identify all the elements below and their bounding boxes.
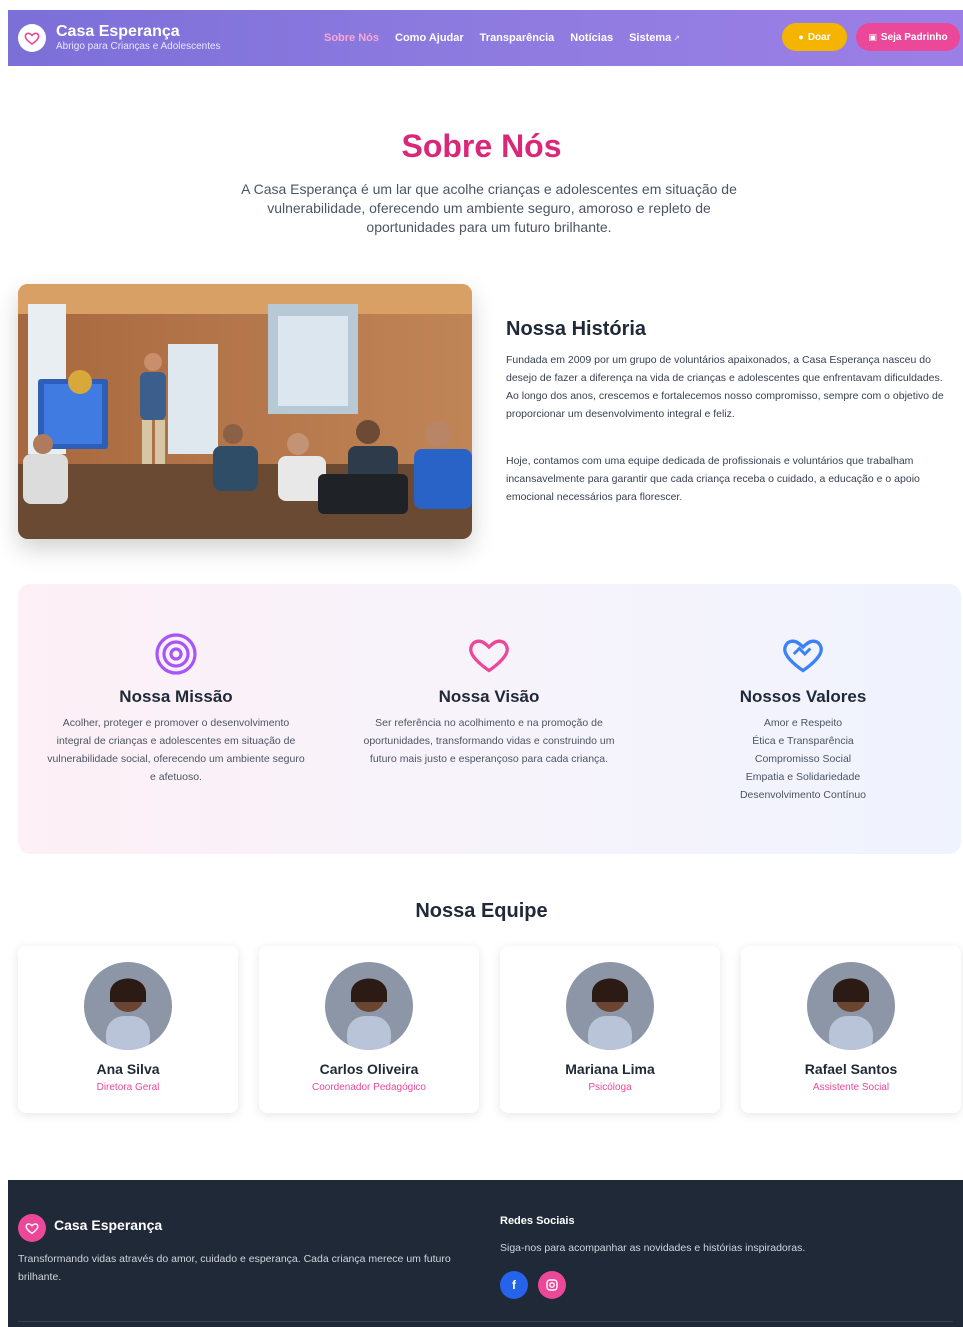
values-list: Amor e Respeito Ética e Transparência Co… (673, 714, 933, 804)
team-member-role: Diretora Geral (96, 1082, 160, 1093)
sponsor-button[interactable]: ▣ Seja Padrinho (856, 23, 960, 51)
history-photo (18, 284, 472, 539)
team-member-role: Assistente Social (812, 1082, 890, 1093)
value-item: Ética e Transparência (752, 735, 854, 747)
nav-transparencia[interactable]: Transparência (480, 32, 555, 44)
donate-button-label: Doar (807, 31, 831, 43)
history-title: Nossa História (506, 318, 647, 340)
handshake-heart-icon (781, 632, 825, 676)
history-paragraph-2: Hoje, contamos com uma equipe dedicada d… (506, 455, 920, 503)
avatar (84, 962, 172, 1050)
team-member-role: Psicóloga (588, 1082, 632, 1093)
sponsor-button-label: Seja Padrinho (880, 31, 948, 43)
team-card: Ana Silva Diretora Geral (18, 946, 238, 1113)
team-title: Nossa Equipe (415, 900, 548, 922)
hero-description: A Casa Esperança é um lar que acolhe cri… (241, 181, 737, 235)
page-title: Sobre Nós (401, 128, 562, 164)
mission-section: Nossa Missão Acolher, proteger e promove… (18, 584, 961, 854)
heart-icon (467, 632, 511, 676)
history-paragraph-1: Fundada em 2009 por um grupo de voluntár… (506, 354, 944, 420)
team-card: Carlos Oliveira Coordenador Pedagógico (259, 946, 479, 1113)
nav-noticias[interactable]: Notícias (570, 32, 613, 44)
social-text: Siga-nos para acompanhar as novidades e … (500, 1242, 806, 1254)
target-icon (154, 632, 198, 676)
vision-text: Ser referência no acolhimento e na promo… (363, 717, 615, 765)
avatar (325, 962, 413, 1050)
team-member-role: Coordenador Pedagógico (312, 1082, 426, 1093)
team-member-name: Ana Silva (96, 1061, 160, 1077)
site-header: Casa Esperança Abrigo para Crianças e Ad… (8, 10, 963, 66)
coin-icon: ● (798, 32, 804, 42)
team-member-name: Carlos Oliveira (319, 1061, 419, 1077)
value-item: Amor e Respeito (763, 717, 843, 729)
value-item: Compromisso Social (754, 753, 852, 765)
vision-title: Nossa Visão (438, 687, 540, 706)
instagram-icon[interactable] (538, 1271, 566, 1299)
footer-brand: Casa Esperança (54, 1217, 163, 1233)
nav-como-ajudar[interactable]: Como Ajudar (395, 32, 464, 44)
gift-icon: ▣ (868, 31, 877, 42)
nav-sistema[interactable]: Sistema ↗ (629, 32, 680, 44)
main-nav: Sobre Nós Como Ajudar Transparência Notí… (324, 10, 680, 66)
values-title: Nossos Valores (739, 687, 867, 706)
heart-logo-icon (18, 24, 46, 52)
team-member-name: Rafael Santos (804, 1061, 898, 1077)
heart-logo-icon (18, 1214, 46, 1242)
avatar (807, 962, 895, 1050)
brand-subtitle: Abrigo para Crianças e Adolescentes (56, 41, 221, 52)
external-link-icon: ↗ (673, 34, 680, 43)
facebook-icon[interactable]: f (500, 1271, 528, 1299)
team-card: Rafael Santos Assistente Social (741, 946, 961, 1113)
mission-title: Nossa Missão (119, 687, 233, 706)
value-item: Empatia e Solidariedade (745, 771, 861, 783)
brand[interactable]: Casa Esperança Abrigo para Crianças e Ad… (18, 23, 221, 53)
nav-sobre-nos[interactable]: Sobre Nós (324, 32, 379, 44)
site-footer: Casa Esperança Transformando vidas atrav… (8, 1180, 963, 1327)
brand-title: Casa Esperança (56, 23, 180, 40)
avatar (566, 962, 654, 1050)
value-item: Desenvolvimento Contínuo (739, 789, 867, 801)
nav-sistema-label: Sistema (629, 32, 672, 44)
footer-description: Transformando vidas através do amor, cui… (18, 1253, 451, 1283)
mission-text: Acolher, proteger e promover o desenvolv… (47, 717, 305, 783)
team-member-name: Mariana Lima (565, 1061, 655, 1077)
team-card: Mariana Lima Psicóloga (500, 946, 720, 1113)
social-title: Redes Sociais (500, 1215, 575, 1227)
footer-divider (18, 1321, 953, 1322)
donate-button[interactable]: ● Doar (782, 23, 847, 51)
